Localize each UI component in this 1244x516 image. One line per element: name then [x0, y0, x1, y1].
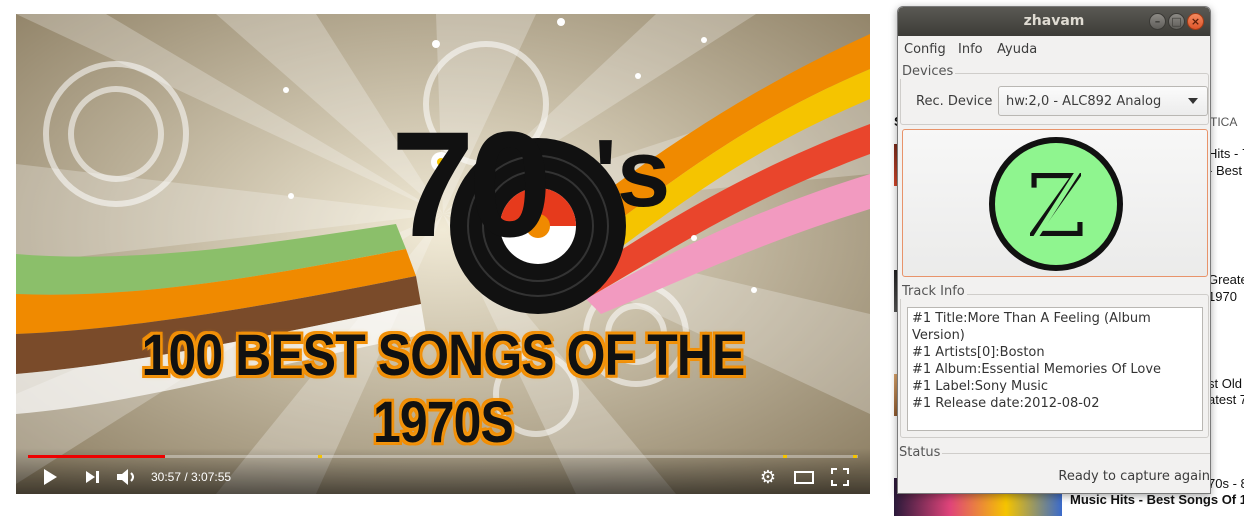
menu-config[interactable]: Config — [904, 42, 946, 57]
menubar: Config Info Ayuda — [898, 36, 1210, 62]
track-line: #1 Title:More Than A Feeling (Album — [912, 311, 1151, 326]
chapter-marker — [318, 455, 322, 458]
related-video-title[interactable]: Hits - 7 — [1208, 146, 1244, 161]
seventies-logo: 70 — [391, 100, 552, 268]
track-line: #1 Release date:2012-08-02 — [912, 396, 1100, 411]
devices-label: Devices — [900, 64, 956, 79]
status-label: Status — [898, 445, 943, 460]
track-line: Version) — [912, 328, 965, 343]
video-player[interactable]: 70 's 100 BEST SONGS OF THE 1970S 30:57 … — [16, 14, 870, 494]
chapter-marker — [853, 455, 857, 458]
sidebar-header-right: TICA — [1210, 115, 1238, 129]
window-titlebar[interactable]: zhavam – □ × — [898, 7, 1210, 36]
menu-ayuda[interactable]: Ayuda — [997, 42, 1037, 57]
menu-info[interactable]: Info — [958, 42, 983, 57]
rec-device-value: hw:2,0 - ALC892 Analog — [1006, 94, 1162, 109]
maximize-button[interactable]: □ — [1168, 13, 1185, 30]
status-message: Ready to capture again — [1058, 469, 1210, 484]
close-icon: × — [1190, 15, 1201, 28]
close-button[interactable]: × — [1187, 13, 1204, 30]
related-video-title[interactable]: atest 7 — [1208, 392, 1244, 407]
related-video-title[interactable]: st Old — [1208, 376, 1242, 391]
track-line: #1 Artists[0]:Boston — [912, 345, 1045, 360]
fullscreen-button[interactable] — [828, 466, 852, 488]
maximize-icon: □ — [1171, 15, 1182, 28]
track-line: #1 Album:Essential Memories Of Love — [912, 362, 1162, 377]
rec-device-select[interactable]: hw:2,0 - ALC892 Analog — [998, 86, 1208, 116]
related-video-title[interactable]: - Best — [1208, 163, 1242, 178]
settings-button[interactable]: ⚙ — [758, 466, 778, 488]
track-info-label: Track Info — [900, 284, 967, 299]
play-button[interactable] — [40, 466, 60, 488]
progress-played — [28, 455, 165, 458]
related-video-title[interactable]: Music Hits - Best Songs Of 1 — [1070, 492, 1244, 507]
zhavam-logo-icon: Z — [989, 137, 1123, 271]
progress-bar[interactable] — [28, 455, 858, 458]
related-video-title[interactable]: Greate — [1208, 272, 1244, 287]
minimize-button[interactable]: – — [1149, 13, 1166, 30]
next-button[interactable] — [82, 466, 102, 488]
rec-device-label: Rec. Device — [916, 94, 993, 109]
volume-button[interactable] — [116, 466, 138, 488]
video-title-overlay: 100 BEST SONGS OF THE 1970S — [141, 323, 746, 455]
chapter-marker — [783, 455, 787, 458]
play-icon — [44, 469, 57, 485]
time-display: 30:57 / 3:07:55 — [151, 470, 232, 484]
related-video-title[interactable]: 70s - 8 — [1208, 476, 1244, 491]
fullscreen-icon — [831, 468, 849, 486]
capture-button[interactable]: Z — [902, 129, 1208, 277]
related-video-title[interactable]: 1970 — [1208, 289, 1237, 304]
track-info-textarea[interactable]: #1 Title:More Than A Feeling (Album Vers… — [907, 307, 1203, 431]
theater-mode-button[interactable] — [792, 466, 816, 488]
seventies-logo-suffix: 's — [594, 120, 671, 227]
chevron-down-icon — [1188, 98, 1198, 104]
track-line: #1 Label:Sony Music — [912, 379, 1049, 394]
minimize-icon: – — [1154, 15, 1161, 28]
gear-icon: ⚙ — [759, 466, 777, 488]
volume-icon — [117, 469, 134, 485]
zhavam-window: zhavam – □ × Config Info Ayuda Devices R… — [897, 6, 1211, 494]
theater-mode-icon — [794, 471, 814, 484]
next-icon — [86, 471, 99, 483]
